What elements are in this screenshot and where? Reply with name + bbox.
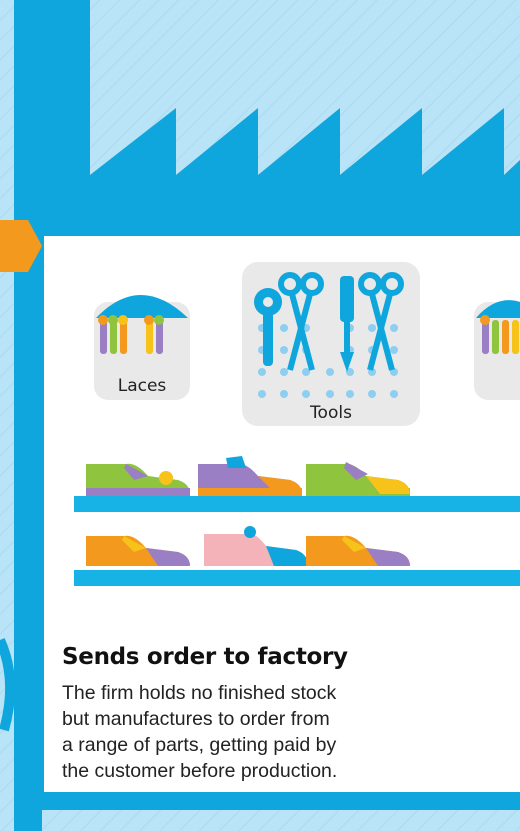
laces-label: Laces xyxy=(117,376,167,396)
shoe-shelf-1 xyxy=(74,456,520,512)
shoe-icon xyxy=(86,535,190,566)
caption-line: The firm holds no finished stock xyxy=(62,682,337,704)
shoe-shelf-2 xyxy=(74,526,520,586)
shoe-icon xyxy=(204,526,308,566)
tools-card xyxy=(242,262,420,426)
tools-label: Tools xyxy=(310,403,352,423)
caption-line: a range of parts, getting paid by xyxy=(62,734,337,756)
caption-line: the customer before production. xyxy=(62,760,338,782)
caption-heading: Sends order to factory xyxy=(62,644,348,670)
caption-line: but manufactures to order from xyxy=(62,708,330,730)
shoe-icon xyxy=(306,535,410,566)
shoe-icon xyxy=(198,456,302,496)
caption-text: The firm holds no finished stock but man… xyxy=(62,680,442,784)
shoe-icon xyxy=(306,462,410,496)
partial-parts-card xyxy=(474,300,520,400)
shoe-icon xyxy=(86,463,190,496)
